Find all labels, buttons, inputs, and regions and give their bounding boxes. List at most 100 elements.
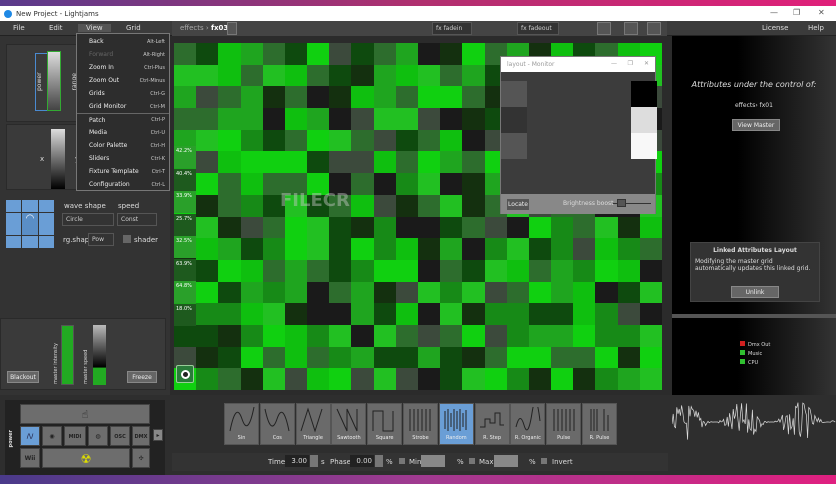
grid-cell[interactable] (462, 129, 485, 152)
grid-cell[interactable] (595, 238, 618, 260)
grid-cell[interactable] (351, 43, 374, 65)
menu-edit[interactable]: Edit (49, 24, 63, 32)
grid-cell[interactable] (462, 173, 485, 195)
grid-cell[interactable] (462, 86, 485, 109)
grid-cell[interactable] (240, 173, 263, 195)
grid-cell[interactable] (462, 259, 485, 282)
grid-cell[interactable] (262, 64, 285, 87)
fadeout-dropdown[interactable]: fx fadeout (517, 22, 559, 35)
wave-triangle-button[interactable]: Triangle (295, 403, 331, 445)
grid-cell[interactable] (307, 259, 330, 282)
min-input[interactable] (421, 455, 445, 467)
grid-cell[interactable] (462, 368, 485, 390)
grid-cell[interactable] (307, 151, 330, 174)
osc-source-button[interactable]: OSC (110, 426, 130, 446)
grid-cell[interactable] (462, 43, 485, 65)
grid-cell[interactable] (373, 151, 396, 174)
grid-cell[interactable] (373, 129, 396, 152)
grid-cell[interactable] (218, 173, 241, 195)
dir-down-right-button[interactable] (38, 236, 54, 248)
master-intensity-slider[interactable] (61, 325, 74, 385)
grid-cell[interactable] (218, 346, 241, 369)
grid-cell[interactable] (329, 86, 352, 109)
grid-cell[interactable] (462, 151, 485, 174)
grid-cell[interactable] (373, 281, 396, 304)
grid-cell[interactable] (307, 86, 330, 109)
grid-cell[interactable] (284, 238, 308, 260)
dir-left-button[interactable] (6, 212, 22, 236)
grid-cell[interactable] (440, 108, 463, 130)
grid-cell[interactable] (528, 259, 552, 282)
grid-cell[interactable] (417, 43, 441, 65)
grid-cell[interactable] (284, 259, 308, 282)
grid-cell[interactable] (240, 238, 263, 260)
minimize-button[interactable]: — (770, 8, 778, 17)
grid-cell[interactable] (417, 173, 441, 195)
menu-view[interactable]: View (78, 24, 111, 32)
grid-cell[interactable] (506, 259, 529, 282)
grid-cell[interactable] (373, 173, 396, 195)
grid-cell[interactable] (329, 368, 352, 390)
grid-cell[interactable] (262, 324, 285, 347)
grid-cell[interactable] (284, 324, 308, 347)
kinect-source-icon[interactable]: ◍ (88, 426, 108, 446)
grid-cell[interactable] (196, 151, 219, 174)
grid-cell[interactable] (440, 281, 463, 304)
grid-cell[interactable] (262, 86, 285, 109)
grid-cell[interactable] (218, 43, 241, 65)
grid-cell[interactable] (196, 43, 219, 65)
xy-slider[interactable] (51, 129, 65, 189)
breadcrumb[interactable]: effects › fx03 (180, 24, 228, 32)
grid-cell[interactable] (351, 324, 374, 347)
grid-cell[interactable] (196, 86, 219, 109)
grid-cell[interactable] (395, 259, 418, 282)
grid-cell[interactable] (240, 281, 263, 304)
grid-cell[interactable] (307, 108, 330, 130)
grid-cell[interactable] (329, 129, 352, 152)
grid-cell[interactable] (218, 151, 241, 174)
grid-cell[interactable] (262, 346, 285, 369)
max-checkbox[interactable] (469, 458, 475, 464)
grid-cell[interactable] (617, 238, 640, 260)
grid-cell[interactable] (484, 368, 507, 390)
grid-cell[interactable] (551, 259, 574, 282)
grid-cell[interactable] (196, 108, 219, 130)
grid-cell[interactable] (617, 281, 640, 304)
grid-cell[interactable] (395, 43, 418, 65)
time-stepper[interactable] (310, 455, 318, 467)
grid-cell[interactable] (373, 108, 396, 130)
wave-cos-button[interactable]: Cos (259, 403, 295, 445)
grid-cell[interactable] (262, 238, 285, 260)
grid-cell[interactable] (196, 303, 219, 325)
grid-cell[interactable] (240, 43, 263, 65)
grid-cell[interactable] (307, 64, 330, 87)
grid-cell[interactable] (351, 194, 374, 217)
grid-cell[interactable] (395, 281, 418, 304)
grid-cell[interactable] (373, 216, 396, 239)
dir-up-button[interactable] (22, 200, 38, 212)
grid-cursor-button[interactable] (176, 365, 194, 383)
grid-cell[interactable] (329, 108, 352, 130)
grid-cell[interactable] (240, 151, 263, 174)
wii-source-button[interactable]: Wii (20, 448, 40, 468)
grid-cell[interactable] (551, 216, 574, 239)
grid-cell[interactable] (440, 238, 463, 260)
grid-cell[interactable] (573, 238, 596, 260)
grid-cell[interactable] (373, 303, 396, 325)
grid-cell[interactable] (218, 64, 241, 87)
grid-cell[interactable] (373, 64, 396, 87)
grid-cell[interactable] (262, 151, 285, 174)
grid-cell[interactable] (395, 151, 418, 174)
grid-cell[interactable] (307, 303, 330, 325)
speed-dropdown[interactable]: Const (117, 213, 157, 226)
phase-stepper[interactable] (375, 455, 383, 467)
grid-cell[interactable] (307, 368, 330, 390)
fadein-dropdown[interactable]: fx fadein (432, 22, 472, 35)
menu-file[interactable]: File (13, 24, 25, 32)
wave-shape-dropdown[interactable]: Circle (62, 213, 114, 226)
grid-cell[interactable] (395, 86, 418, 109)
grid-cell[interactable] (417, 303, 441, 325)
grid-cell[interactable] (373, 324, 396, 347)
blackout-button[interactable]: Blackout (7, 371, 39, 383)
grid-cell[interactable] (440, 259, 463, 282)
